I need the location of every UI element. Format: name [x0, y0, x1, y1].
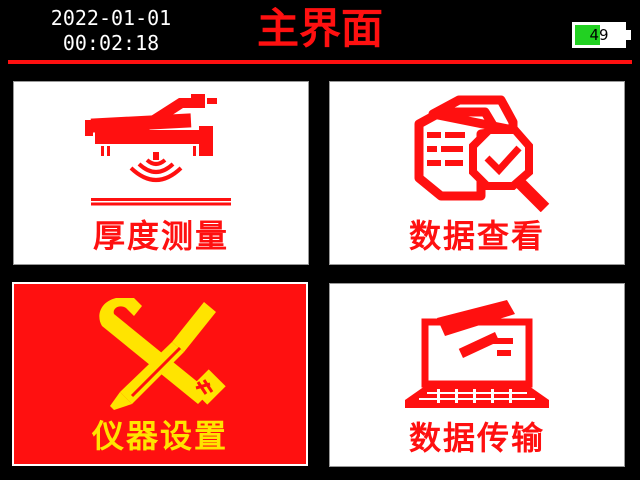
tile-label: 数据查看	[408, 217, 545, 255]
document-search-icon	[330, 90, 624, 212]
battery-level-text: 49	[589, 26, 609, 44]
date-text: 2022-01-01	[50, 6, 172, 30]
thickness-gauge-icon	[14, 90, 308, 212]
tile-label: 数据传输	[408, 419, 545, 457]
laptop-transfer-icon	[330, 292, 624, 414]
datetime-display: 2022-01-01 00:02:18	[36, 6, 186, 56]
header-divider	[8, 60, 632, 64]
tile-data-transfer[interactable]: 数据传输	[329, 283, 625, 467]
tile-label: 仪器设置	[91, 417, 228, 455]
page-title: 主界面	[256, 4, 383, 53]
battery-tip	[626, 30, 631, 40]
time-text: 00:02:18	[62, 31, 160, 55]
tile-thickness-measurement[interactable]: 厚度测量	[13, 81, 309, 265]
tile-instrument-settings[interactable]: 仪器设置	[12, 282, 308, 466]
battery-indicator: 49	[572, 22, 631, 48]
tile-data-view[interactable]: 数据查看	[329, 81, 625, 265]
wrench-screwdriver-icon	[14, 292, 306, 414]
tile-label: 厚度测量	[92, 217, 229, 255]
